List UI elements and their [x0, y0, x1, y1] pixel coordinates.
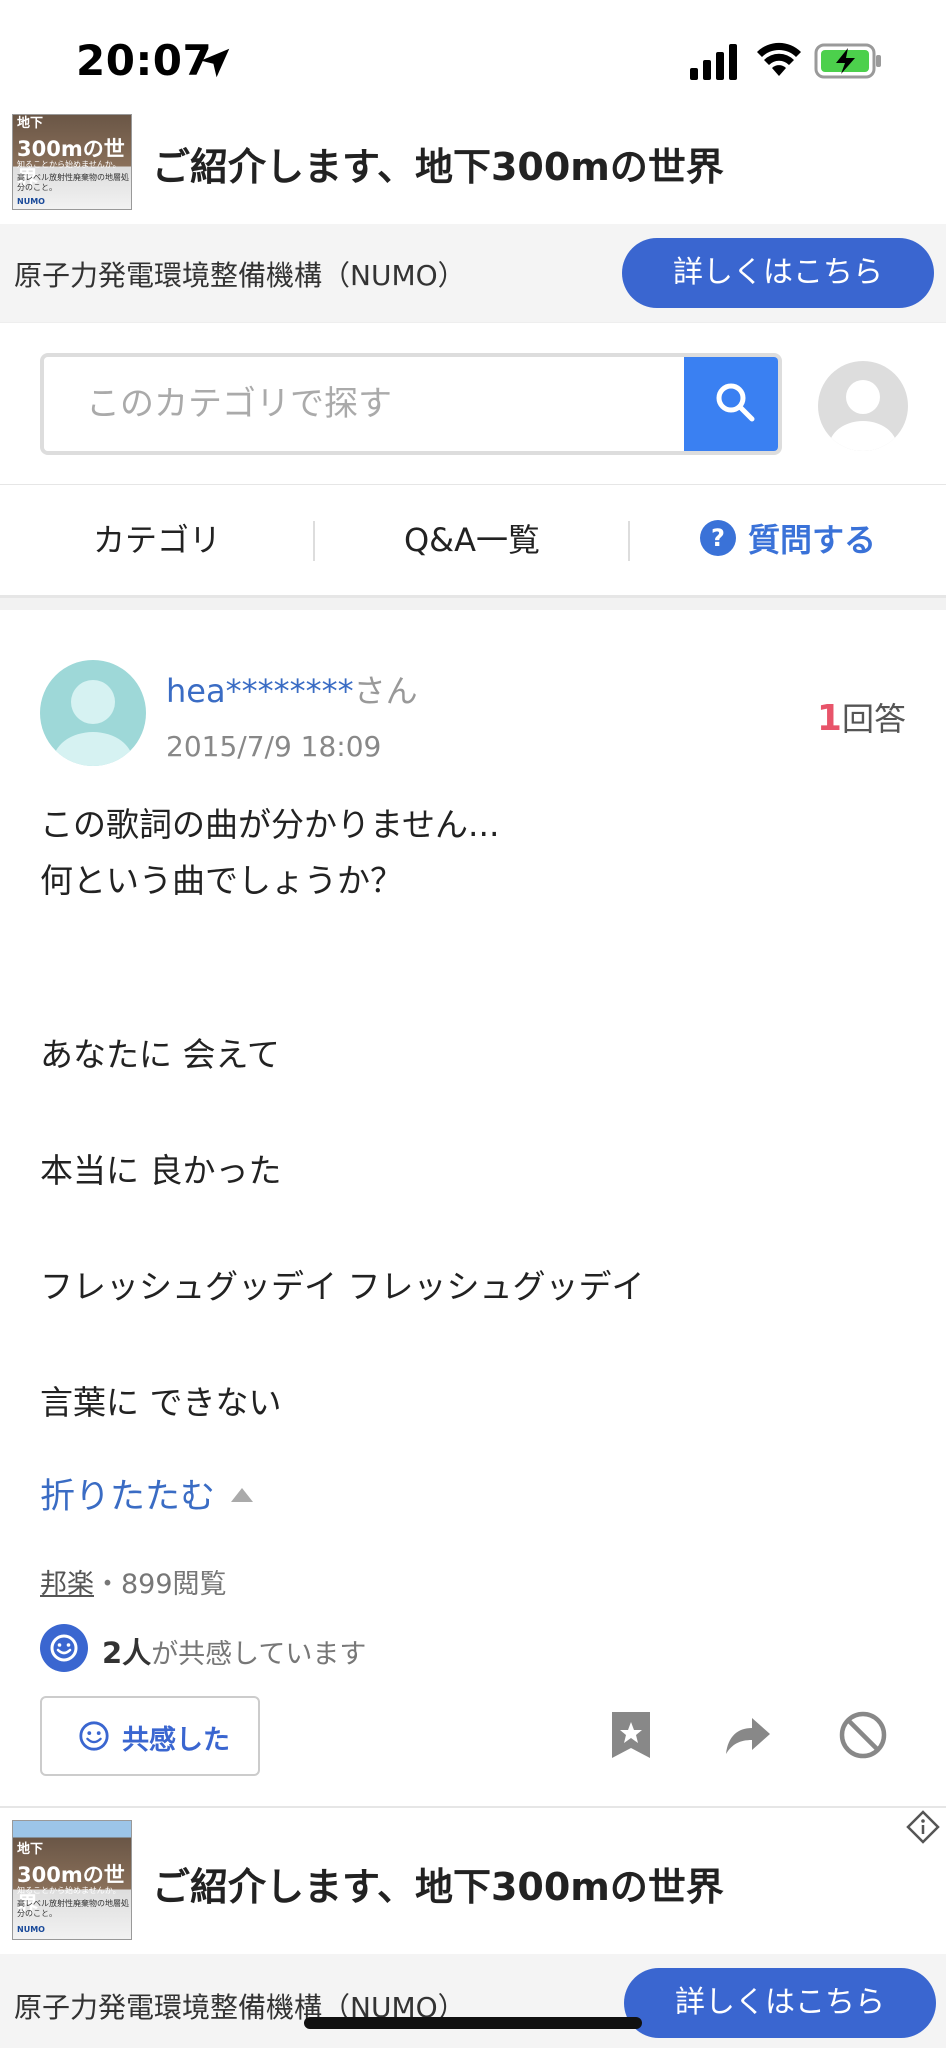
honorific: さん — [353, 672, 418, 710]
empathy-button[interactable]: 共感した — [40, 1696, 260, 1776]
ad-thumbnail[interactable]: 地下 300mの世界 知ることから始めませんか。 高レベル放射性廃棄物の地層処分… — [12, 1820, 132, 1940]
search-button[interactable] — [684, 357, 778, 451]
collapse-toggle[interactable]: 折りたたむ — [40, 1468, 254, 1519]
ad-details-button[interactable]: 詳しくはこちら — [622, 238, 934, 308]
search-input[interactable] — [44, 357, 680, 451]
ad-sponsor: 原子力発電環境整備機構（NUMO） — [14, 259, 466, 292]
ad-thumb-text: 地下 — [17, 116, 44, 131]
ad-thumbnail[interactable]: 地下 300mの世界 知ることから始めませんか。 高レベル放射性廃棄物の地層処分… — [12, 114, 132, 210]
lyric-line: あなたに 会えて — [40, 1035, 280, 1074]
nav-qa-list-label: Q&A一覧 — [403, 521, 541, 559]
ad-sponsor-bar: 原子力発電環境整備機構（NUMO） 詳しくはこちら — [0, 224, 946, 322]
category-link[interactable]: 邦楽 — [40, 1569, 94, 1600]
ad-thumb-text: 知ることから始めませんか。 — [17, 160, 121, 169]
ad-title[interactable]: ご紹介します、地下300mの世界 — [152, 136, 724, 191]
section-divider — [0, 1806, 946, 1808]
ad-thumb-text: 地下 — [17, 1842, 44, 1857]
answer-count-number: 1 — [816, 698, 842, 739]
empathy-count: 2人 — [102, 1636, 152, 1670]
ad-thumb-text: 知ることから始めませんか。 — [17, 1886, 121, 1895]
nav-ask-label: 質問する — [747, 521, 876, 559]
share-icon[interactable] — [722, 1710, 772, 1760]
nav-ask-question[interactable]: ? 質問する — [630, 485, 946, 595]
questioner-name[interactable]: hea********さん — [166, 666, 418, 712]
collapse-label: 折りたたむ — [40, 1477, 216, 1517]
smile-icon — [79, 1721, 109, 1751]
nav-bar: カテゴリ Q&A一覧 ? 質問する — [0, 484, 946, 598]
question-text-line: この歌詞の曲が分かりません... — [40, 805, 500, 844]
search-row — [0, 322, 946, 482]
answer-count-label: 回答 — [841, 700, 906, 738]
question-text-line: 何という曲でしょうか？ — [40, 861, 403, 900]
section-divider — [0, 598, 946, 610]
lyric-line: 言葉に できない — [40, 1383, 282, 1422]
questioner-avatar — [40, 660, 146, 766]
ad-sponsor-bar: 原子力発電環境整備機構（NUMO） 詳しくはこちら — [0, 1954, 946, 2048]
user-avatar[interactable] — [818, 361, 908, 451]
answer-count[interactable]: 1回答 — [817, 694, 906, 740]
user-icon — [53, 680, 133, 766]
cellular-signal-icon — [690, 44, 737, 80]
nav-qa-list[interactable]: Q&A一覧 — [314, 485, 630, 595]
status-time: 20:07 — [76, 36, 213, 85]
ad-banner-top[interactable]: 地下 300mの世界 知ることから始めませんか。 高レベル放射性廃棄物の地層処分… — [0, 114, 946, 322]
questioner-id: hea******** — [166, 672, 354, 710]
ad-details-button[interactable]: 詳しくはこちら — [624, 1968, 936, 2038]
ad-thumb-logo: NUMO — [17, 1925, 45, 1934]
ad-thumb-text: 高レベル放射性廃棄物の地層処分のこと。 — [17, 173, 129, 192]
lyric-line: 本当に 良かった — [40, 1151, 282, 1190]
status-bar: 20:07 — [0, 0, 946, 112]
wifi-icon — [757, 42, 801, 76]
ad-title[interactable]: ご紹介します、地下300mの世界 — [152, 1856, 724, 1911]
question-date: 2015/7/9 18:09 — [166, 730, 382, 763]
question-icon: ? — [699, 520, 736, 556]
block-icon[interactable] — [838, 1710, 888, 1760]
question-meta: 邦楽・899閲覧 — [40, 1562, 227, 1601]
caret-up-icon — [231, 1488, 254, 1502]
nav-category[interactable]: カテゴリ — [0, 485, 314, 595]
search-box — [40, 353, 782, 455]
location-arrow-icon — [200, 48, 230, 78]
ad-banner-bottom[interactable]: 地下 300mの世界 知ることから始めませんか。 高レベル放射性廃棄物の地層処分… — [0, 1820, 946, 2048]
view-count: ・899閲覧 — [94, 1569, 227, 1600]
battery-charging-icon — [814, 43, 881, 79]
empathy-button-label: 共感した — [122, 1725, 230, 1756]
ad-thumb-text: 高レベル放射性廃棄物の地層処分のこと。 — [17, 1899, 129, 1918]
empathy-label: が共感しています — [151, 1639, 367, 1670]
nav-category-label: カテゴリ — [92, 521, 221, 559]
search-icon — [716, 383, 755, 422]
home-indicator[interactable] — [304, 2017, 642, 2029]
smile-icon — [40, 1624, 88, 1672]
user-icon — [829, 380, 897, 451]
bookmark-icon[interactable] — [606, 1710, 656, 1760]
empathy-text: 2人が共感しています — [102, 1630, 366, 1672]
ad-thumb-logo: NUMO — [17, 197, 45, 206]
lyric-line: フレッシュグッデイ フレッシュグッデイ — [40, 1267, 645, 1306]
